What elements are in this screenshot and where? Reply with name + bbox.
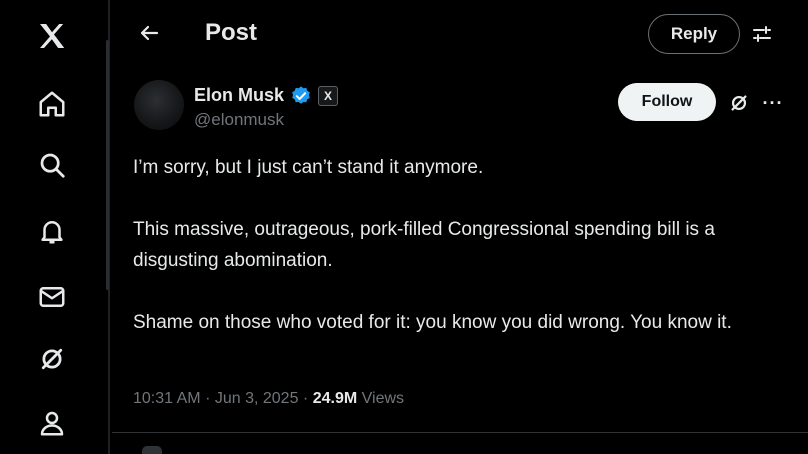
post-detail: Post Reply Elon Musk X @elonmusk Follow … (112, 0, 808, 454)
avatar[interactable] (134, 80, 184, 130)
post-paragraph: Shame on those who voted for it: you kno… (133, 312, 732, 333)
profile-icon[interactable] (34, 405, 70, 441)
views-count: 24.9M (312, 390, 358, 407)
affiliate-badge[interactable]: X (318, 86, 338, 106)
meta-separator: · (205, 390, 215, 407)
search-icon[interactable] (34, 147, 70, 183)
divider (112, 432, 808, 433)
more-options-icon[interactable]: ··· (760, 90, 786, 116)
back-button[interactable] (134, 18, 164, 48)
grok-explain-icon[interactable] (726, 90, 752, 116)
filter-settings-icon[interactable] (748, 20, 776, 48)
messages-icon[interactable] (34, 279, 70, 315)
x-logo-icon[interactable] (34, 18, 70, 54)
scrollbar[interactable] (106, 40, 109, 290)
follow-button[interactable]: Follow (618, 83, 716, 121)
post-time[interactable]: 10:31 AM (133, 390, 201, 407)
post-paragraph: I’m sorry, but I just can’t stand it any… (133, 157, 484, 178)
home-icon[interactable] (34, 86, 70, 122)
author-handle[interactable]: @elonmusk (194, 110, 284, 130)
post-text: I’m sorry, but I just can’t stand it any… (133, 152, 783, 369)
back-arrow-icon (140, 25, 159, 41)
top-bar: Post Reply (112, 0, 808, 66)
page-title: Post (205, 19, 258, 46)
reply-button[interactable]: Reply (648, 14, 740, 54)
post-metadata: 10:31 AM · Jun 3, 2025 · 24.9M Views (133, 390, 404, 408)
reply-action-icon[interactable] (142, 446, 162, 454)
verified-badge-icon (292, 86, 310, 104)
notifications-icon[interactable] (34, 213, 70, 249)
grok-icon[interactable] (34, 341, 70, 377)
sidebar (0, 0, 108, 454)
post-date[interactable]: Jun 3, 2025 (215, 390, 299, 407)
meta-separator: · (302, 390, 313, 407)
author-name[interactable]: Elon Musk (194, 85, 284, 106)
views-label: Views (361, 390, 405, 407)
post-paragraph: This massive, outrageous, pork-filled Co… (133, 219, 715, 271)
